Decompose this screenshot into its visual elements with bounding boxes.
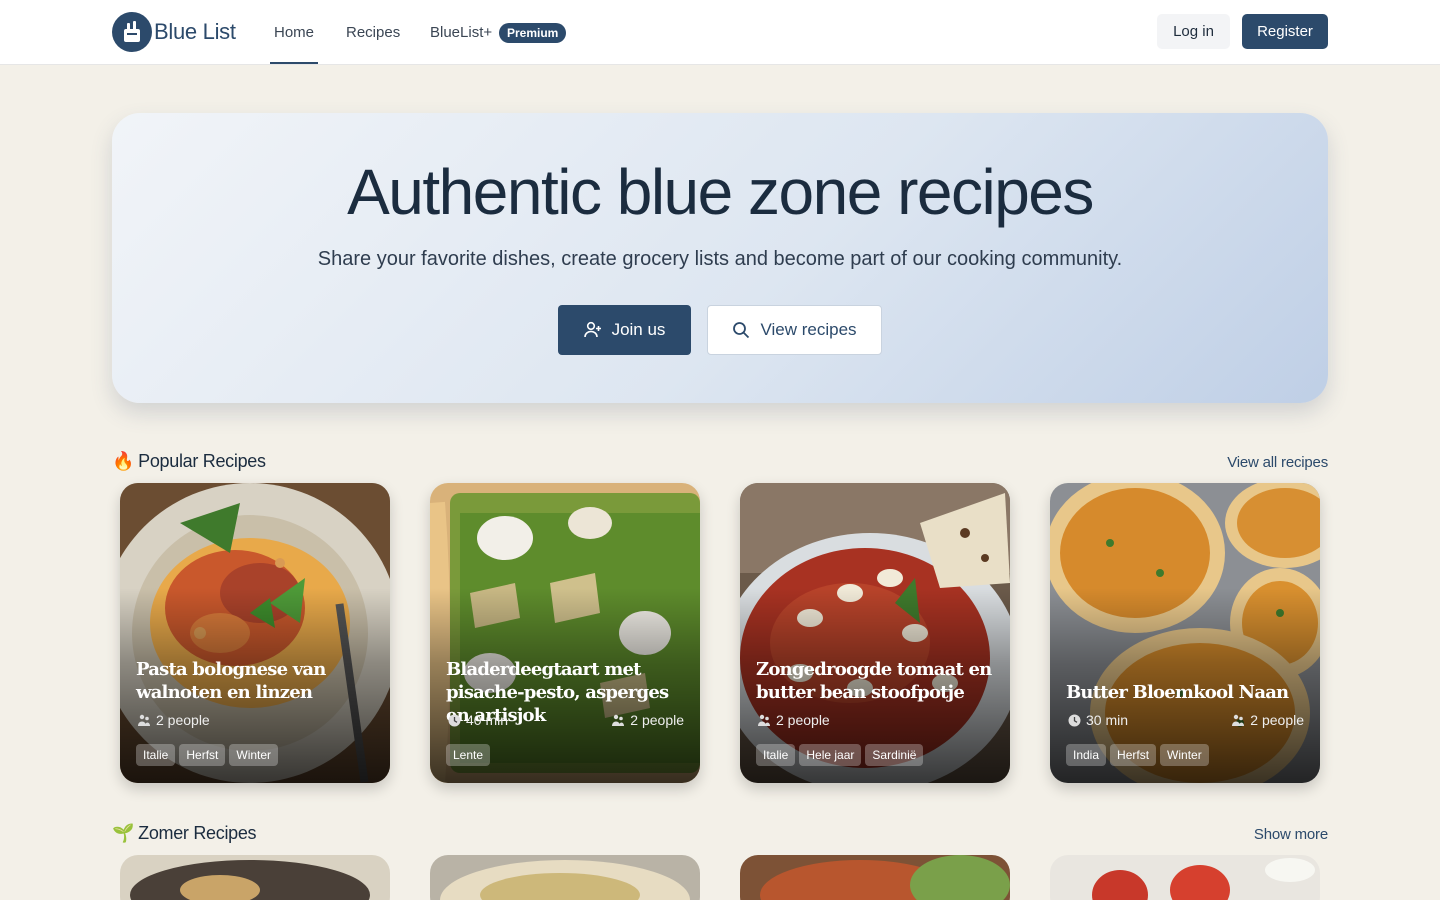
image-gradient	[1050, 483, 1320, 783]
people-icon	[1232, 714, 1245, 726]
login-button[interactable]: Log in	[1157, 14, 1230, 49]
recipe-title: Zongedroogde tomaat en butter bean stoof…	[756, 659, 992, 703]
recipe-title: Pasta bolognese van walnoten en linzen	[136, 659, 326, 703]
search-icon	[733, 322, 750, 339]
recipe-tags: India Herfst Winter	[1066, 744, 1209, 766]
servings-text: 2 people	[1250, 712, 1304, 728]
tag[interactable]: Winter	[229, 744, 279, 766]
fire-icon: 🔥	[112, 451, 135, 471]
servings: 2 people	[1232, 712, 1304, 728]
recipe-image	[430, 855, 700, 900]
brand-logo[interactable]: Blue List	[112, 12, 236, 52]
clock-icon	[1068, 714, 1081, 726]
top-navbar: Blue List Home Recipes BlueList+ Premium…	[0, 0, 1440, 65]
people-icon	[138, 714, 150, 726]
tag[interactable]: Italie	[756, 744, 796, 766]
popular-section-title: 🔥 Popular Recipes	[112, 451, 266, 472]
view-all-recipes-link[interactable]: View all recipes	[1227, 454, 1328, 471]
servings: 2 people	[612, 712, 684, 728]
prep-time: 40 min	[448, 712, 508, 728]
recipe-card[interactable]: Butter Bloemkool Naan 30 min 2 people In…	[1050, 483, 1320, 783]
hero-title: Authentic blue zone recipes	[347, 156, 1094, 228]
show-more-link[interactable]: Show more	[1254, 826, 1328, 843]
seedling-icon: 🌱	[112, 823, 135, 843]
tag[interactable]: India	[1066, 744, 1107, 766]
join-us-button[interactable]: Join us	[558, 305, 691, 355]
logo-basket-icon	[112, 12, 152, 52]
tag[interactable]: Lente	[446, 744, 491, 766]
zomer-title-text: Zomer Recipes	[138, 823, 257, 843]
recipe-tags: Italie Hele jaar Sardinië	[756, 744, 924, 766]
recipe-card[interactable]	[120, 855, 390, 900]
tag[interactable]: Herfst	[179, 744, 226, 766]
nav-recipes-link[interactable]: Recipes	[346, 24, 400, 41]
recipe-image	[740, 855, 1010, 900]
view-recipes-label: View recipes	[760, 320, 857, 339]
hero-banner: Authentic blue zone recipes Share your f…	[112, 113, 1328, 403]
brand-name: Blue List	[154, 19, 236, 44]
tag[interactable]: Herfst	[1110, 744, 1157, 766]
prep-time: 30 min	[1068, 712, 1128, 728]
recipe-image	[120, 855, 390, 900]
servings-text: 2 people	[776, 712, 830, 728]
recipe-image	[1050, 855, 1320, 900]
nav-home-link[interactable]: Home	[274, 24, 314, 41]
prep-time-text: 30 min	[1086, 712, 1129, 728]
user-plus-icon	[583, 321, 601, 338]
recipe-card[interactable]	[430, 855, 700, 900]
tag[interactable]: Hele jaar	[799, 744, 862, 766]
recipe-card[interactable]: Pasta bolognese van walnoten en linzen 2…	[120, 483, 390, 783]
people-icon	[612, 714, 625, 726]
image-gradient	[430, 483, 700, 783]
servings-text: 2 people	[156, 712, 210, 728]
recipe-card[interactable]	[1050, 855, 1320, 900]
people-icon	[758, 714, 770, 726]
premium-badge[interactable]: Premium	[499, 23, 567, 43]
tag[interactable]: Sardinië	[865, 744, 924, 766]
prep-time-text: 40 min	[466, 712, 509, 728]
recipe-tags: Italie Herfst Winter	[136, 744, 279, 766]
recipe-card[interactable]	[740, 855, 1010, 900]
tag[interactable]: Winter	[1160, 744, 1209, 766]
join-us-label: Join us	[611, 320, 666, 339]
servings: 2 people	[758, 712, 830, 728]
clock-icon	[448, 714, 461, 726]
tag[interactable]: Italie	[136, 744, 176, 766]
nav-bluelist-plus-link[interactable]: BlueList+	[430, 24, 492, 41]
hero-subtitle: Share your favorite dishes, create groce…	[317, 248, 1123, 270]
register-button[interactable]: Register	[1242, 14, 1328, 49]
recipe-title: Butter Bloemkool Naan	[1066, 682, 1289, 703]
view-recipes-button[interactable]: View recipes	[707, 305, 882, 355]
image-gradient	[120, 483, 390, 783]
popular-title-text: Popular Recipes	[138, 451, 266, 471]
active-nav-indicator	[270, 62, 318, 64]
recipe-card[interactable]: Bladerdeegtaart met pisache-pesto, asper…	[430, 483, 700, 783]
servings: 2 people	[138, 712, 210, 728]
image-gradient	[740, 483, 1010, 783]
recipe-card[interactable]: Zongedroogde tomaat en butter bean stoof…	[740, 483, 1010, 783]
zomer-section-title: 🌱 Zomer Recipes	[112, 823, 257, 844]
recipe-tags: Lente	[446, 744, 491, 766]
servings-text: 2 people	[630, 712, 684, 728]
